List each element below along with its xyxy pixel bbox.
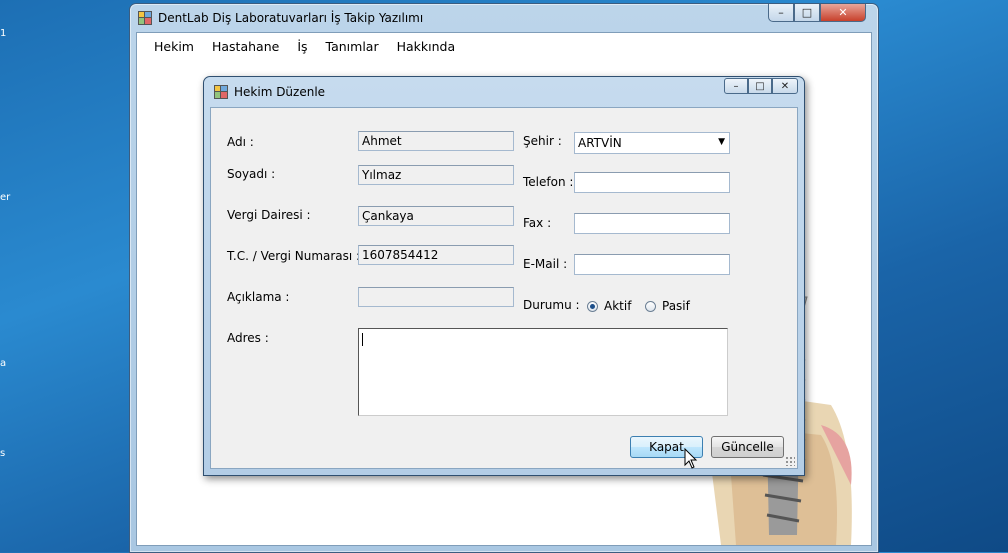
maximize-button[interactable]: □: [794, 4, 820, 22]
tc-vergi-input[interactable]: 1607854412: [358, 245, 514, 265]
sehir-selected-value: ARTVİN: [578, 136, 622, 150]
minimize-icon: –: [733, 80, 739, 92]
menu-is[interactable]: İş: [288, 37, 316, 56]
dialog-maximize-button[interactable]: □: [748, 78, 772, 94]
desktop-icon-fragment[interactable]: s: [0, 448, 14, 462]
label-telefon: Telefon :: [523, 175, 574, 189]
close-button[interactable]: ✕: [820, 4, 866, 22]
minimize-button[interactable]: –: [768, 4, 794, 22]
menu-hastahane[interactable]: Hastahane: [203, 37, 288, 56]
label-sehir: Şehir :: [523, 134, 562, 148]
radio-aktif-label: Aktif: [604, 299, 632, 313]
minimize-icon: –: [778, 6, 784, 19]
soyadi-input[interactable]: Yılmaz: [358, 165, 514, 185]
dialog-form: Adı : Soyadı : Vergi Dairesi : T.C. / Ve…: [210, 107, 798, 469]
label-aciklama: Açıklama :: [227, 290, 290, 304]
desktop-icon-fragment[interactable]: a: [0, 358, 14, 372]
desktop-icon-fragment[interactable]: er: [0, 192, 14, 206]
aciklama-input[interactable]: [358, 287, 514, 307]
app-icon: [138, 11, 152, 25]
adres-textarea[interactable]: [358, 328, 728, 416]
close-icon: ✕: [838, 6, 848, 19]
menu-bar: Hekim Hastahane İş Tanımlar Hakkında: [137, 33, 871, 59]
vergi-dairesi-input[interactable]: Çankaya: [358, 206, 514, 226]
resize-grip-icon[interactable]: [785, 456, 795, 466]
adi-input[interactable]: Ahmet: [358, 131, 514, 151]
label-email: E-Mail :: [523, 257, 568, 271]
main-window-title: DentLab Diş Laboratuvarları İş Takip Yaz…: [158, 11, 424, 25]
label-fax: Fax :: [523, 216, 552, 230]
menu-hekim[interactable]: Hekim: [145, 37, 203, 56]
maximize-icon: □: [801, 6, 813, 19]
main-window-controls: – □ ✕: [768, 4, 866, 23]
label-soyadi: Soyadı :: [227, 167, 276, 181]
close-icon: ✕: [780, 80, 790, 92]
radio-aktif[interactable]: Aktif: [587, 299, 631, 313]
label-vergi-dairesi: Vergi Dairesi :: [227, 208, 311, 222]
edit-doctor-dialog: Hekim Düzenle – □ ✕ Adı : Soyadı : Vergi…: [203, 76, 805, 476]
email-input[interactable]: [574, 254, 730, 275]
dialog-title: Hekim Düzenle: [234, 85, 326, 99]
dialog-app-icon: [214, 85, 228, 99]
label-adi: Adı :: [227, 135, 254, 149]
text-caret: [362, 333, 363, 346]
label-adres: Adres :: [227, 331, 269, 345]
radio-pasif-dot[interactable]: [645, 300, 656, 312]
dialog-window-controls: – □ ✕: [724, 78, 798, 94]
label-durumu: Durumu :: [523, 298, 580, 312]
menu-hakkinda[interactable]: Hakkında: [388, 37, 465, 56]
dialog-close-button[interactable]: ✕: [772, 78, 798, 94]
main-title-bar: DentLab Diş Laboratuvarları İş Takip Yaz…: [138, 8, 423, 28]
radio-pasif-label: Pasif: [662, 299, 690, 313]
fax-input[interactable]: [574, 213, 730, 234]
guncelle-button[interactable]: Güncelle: [711, 436, 784, 458]
maximize-icon: □: [755, 80, 765, 92]
dropdown-arrow-icon[interactable]: ▼: [718, 137, 725, 147]
dialog-minimize-button[interactable]: –: [724, 78, 748, 94]
mouse-cursor-icon: [684, 448, 698, 469]
telefon-input[interactable]: [574, 172, 730, 193]
menu-tanimlar[interactable]: Tanımlar: [317, 37, 388, 56]
sehir-select[interactable]: ARTVİN ▼: [574, 132, 730, 154]
radio-pasif[interactable]: Pasif: [645, 299, 690, 313]
dialog-title-bar: Hekim Düzenle: [214, 82, 325, 102]
label-tc-vergi: T.C. / Vergi Numarası :: [227, 249, 361, 263]
desktop-icon-fragment[interactable]: 1: [0, 28, 14, 42]
radio-aktif-dot[interactable]: [587, 300, 598, 312]
